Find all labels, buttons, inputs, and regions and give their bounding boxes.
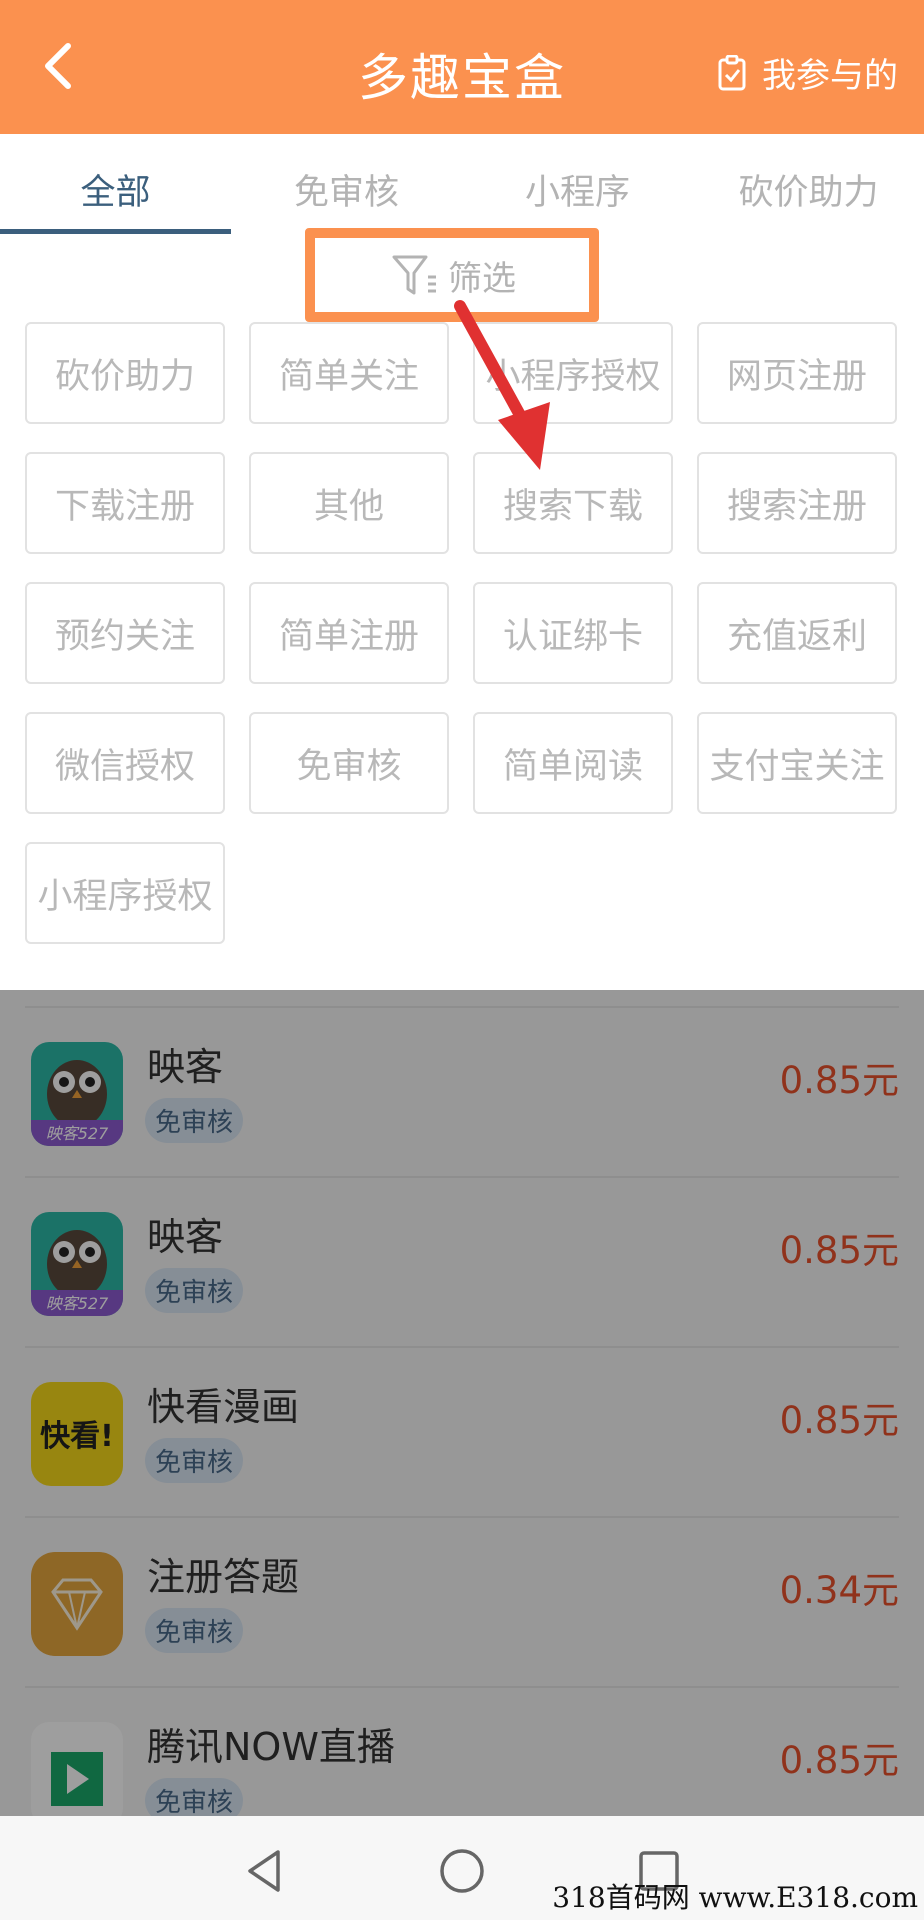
filter-chip[interactable]: 其他 — [249, 452, 449, 554]
category-tabs: 全部 免审核 小程序 砍价助力 — [0, 134, 924, 234]
filter-chip[interactable]: 小程序授权 — [25, 842, 225, 944]
tab-all[interactable]: 全部 — [0, 134, 231, 234]
tab-bargain[interactable]: 砍价助力 — [693, 134, 924, 234]
home-circle-icon[interactable] — [437, 1846, 487, 1896]
filter-chip[interactable]: 认证绑卡 — [473, 582, 673, 684]
filter-chip[interactable]: 搜索注册 — [697, 452, 897, 554]
filter-chip[interactable]: 预约关注 — [25, 582, 225, 684]
filter-chip[interactable]: 简单关注 — [249, 322, 449, 424]
filter-chip[interactable]: 支付宝关注 — [697, 712, 897, 814]
filter-chip[interactable]: 微信授权 — [25, 712, 225, 814]
app-header: 多趣宝盒 我参与的 — [0, 0, 924, 134]
system-nav-bar: 318首码网 www.E318.com — [0, 1816, 924, 1920]
filter-chip[interactable]: 充值返利 — [697, 582, 897, 684]
funnel-icon — [392, 255, 436, 295]
my-participation-button[interactable]: 我参与的 — [718, 48, 898, 97]
filter-label: 筛选 — [448, 258, 516, 299]
dim-overlay[interactable] — [0, 990, 924, 1816]
back-triangle-icon[interactable] — [240, 1846, 290, 1896]
tab-mini-program[interactable]: 小程序 — [462, 134, 693, 234]
filter-chip[interactable]: 下载注册 — [25, 452, 225, 554]
tab-no-review[interactable]: 免审核 — [231, 134, 462, 234]
red-arrow-annotation — [454, 300, 550, 470]
my-participation-label: 我参与的 — [762, 56, 898, 96]
watermark-text: 318首码网 www.E318.com — [552, 1881, 918, 1914]
filter-chip[interactable]: 简单注册 — [249, 582, 449, 684]
filter-chip[interactable]: 简单阅读 — [473, 712, 673, 814]
filter-chip[interactable]: 免审核 — [249, 712, 449, 814]
filter-chip[interactable]: 网页注册 — [697, 322, 897, 424]
filter-chip[interactable]: 砍价助力 — [25, 322, 225, 424]
clipboard-check-icon — [718, 54, 746, 90]
